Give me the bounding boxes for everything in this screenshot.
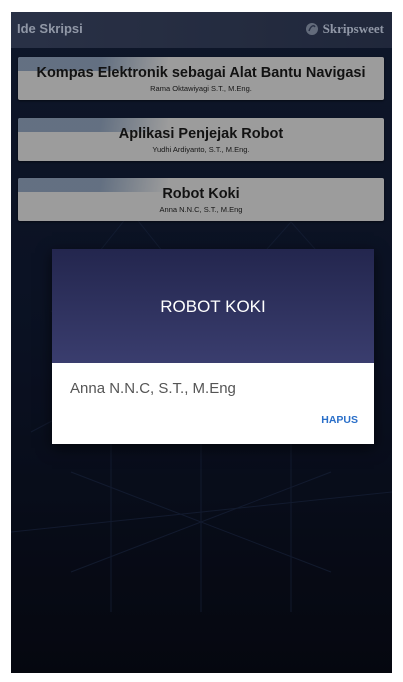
phone-screen: Ide Skripsi Skripsweet Kompas Elektronik… xyxy=(11,12,392,673)
dialog-supervisor-text: Anna N.N.C, S.T., M.Eng xyxy=(70,380,236,397)
delete-button[interactable]: HAPUS xyxy=(321,414,358,426)
dialog-title: ROBOT KOKI xyxy=(160,297,266,316)
dialog-header: ROBOT KOKI xyxy=(52,249,374,363)
detail-dialog: ROBOT KOKI Anna N.N.C, S.T., M.Eng HAPUS xyxy=(52,249,374,444)
